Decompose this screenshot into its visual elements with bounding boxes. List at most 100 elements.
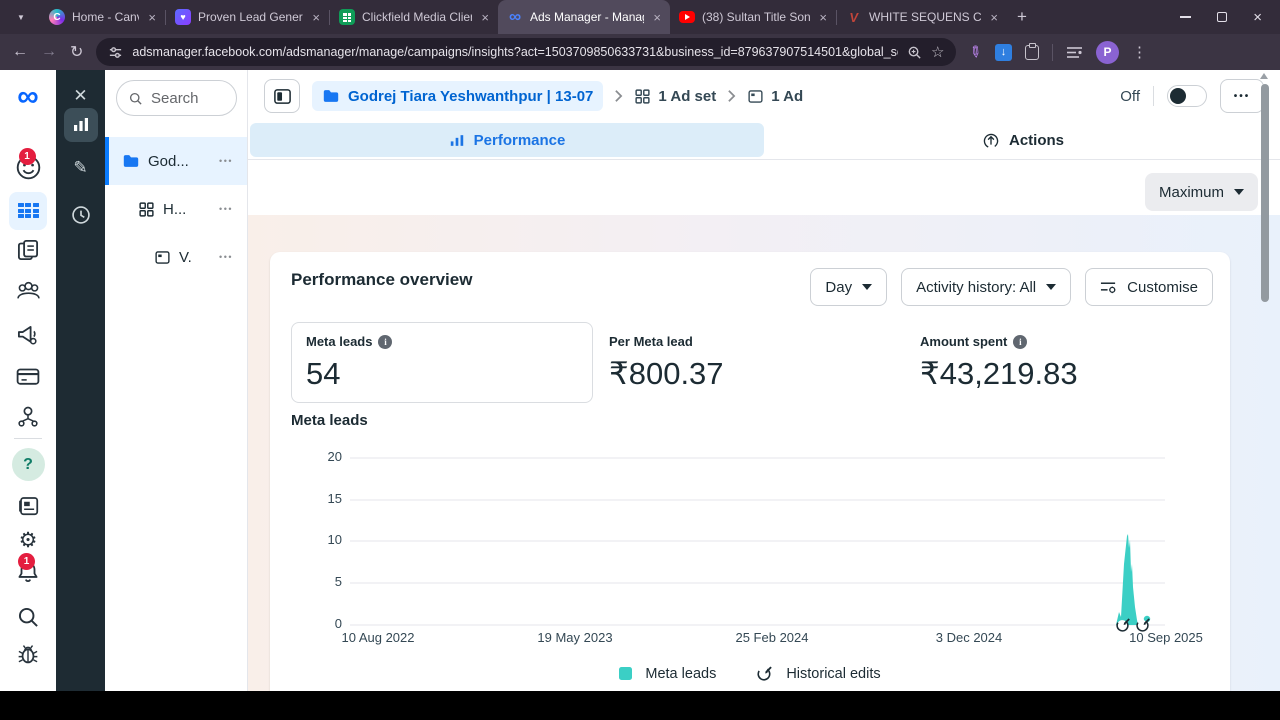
chevron-right-icon [614,89,623,103]
browser-tab-white-sequens[interactable]: V WHITE SEQUENS CUTDAN × [837,0,1007,34]
account-overview-button[interactable]: 1 [0,154,56,186]
bookmark-star-icon[interactable]: ☆ [931,43,944,61]
report-bug-button[interactable] [0,641,56,667]
advertising-button[interactable] [0,321,56,347]
performance-overview-card: Performance overview Day Activity histor… [270,252,1230,691]
actions-arrow-icon [982,132,1000,150]
address-bar[interactable]: adsmanager.facebook.com/adsmanager/manag… [96,38,956,66]
back-icon[interactable]: ← [12,43,28,61]
chevron-right-icon [727,89,736,103]
card-title: Performance overview [291,270,472,290]
browser-tab-clickfield[interactable]: Clickfield Media Clients - G × [330,0,498,34]
billing-button[interactable] [0,363,56,389]
tree-item-campaign[interactable]: God... ••• [105,137,247,185]
tree-search[interactable] [116,80,237,116]
business-settings-button[interactable] [0,404,56,430]
browser-tab-canva[interactable]: C Home - Canva × [40,0,165,34]
tree-item-label: God... [148,153,189,170]
more-options-button[interactable]: ••• [1220,79,1264,113]
tab-actions[interactable]: Actions [766,122,1280,159]
day-dropdown[interactable]: Day [810,268,887,306]
metric-card-meta-leads[interactable]: Meta leads i 54 [291,322,593,403]
browser-tab-proven[interactable]: ♥ Proven Lead Generation St × [166,0,329,34]
browser-menu-icon[interactable]: ⋮ [1132,43,1148,61]
ads-reporting-button[interactable] [0,237,56,263]
tree-item-menu-icon[interactable]: ••• [219,252,233,262]
collapse-panel-button[interactable] [264,79,300,113]
settings-button[interactable]: ⚙ [0,531,56,551]
campaign-name: Godrej Tiara Yeshwanthpur | 13-07 [348,88,593,105]
tab-close-icon[interactable]: × [148,10,156,25]
meta-icon: ∞ [507,9,523,25]
canva-icon: C [49,9,65,25]
help-button[interactable]: ? [0,448,56,481]
tab-close-icon[interactable]: × [653,10,661,25]
tab-title: Home - Canva [72,10,139,24]
updates-button[interactable] [0,493,56,518]
forward-icon[interactable]: → [41,43,57,61]
ads-manager-app: ∞ 1 [0,70,1280,691]
metric-per-meta-lead: Per Meta lead ₹800.37 [609,334,724,392]
reload-icon[interactable]: ↻ [70,42,83,62]
browser-tab-ads-manager[interactable]: ∞ Ads Manager - Manage ad × [498,0,670,34]
org-chart-icon [15,404,41,430]
tab-groups-icon[interactable] [1066,45,1083,60]
minimize-icon[interactable] [1180,16,1191,18]
meta-logo-icon[interactable]: ∞ [17,84,38,110]
tab-close-icon[interactable]: × [990,10,998,25]
audiences-button[interactable] [0,278,56,304]
url-text[interactable]: adsmanager.facebook.com/adsmanager/manag… [132,45,898,59]
breadcrumb-adset[interactable]: 1 Ad set [634,88,716,105]
tree-item-menu-icon[interactable]: ••• [219,156,233,166]
info-icon[interactable]: i [378,335,392,349]
tree-item-ad[interactable]: V. ••• [105,233,247,281]
tab-close-icon[interactable]: × [481,10,489,25]
bottom-black-bar [0,691,1280,720]
tab-close-icon[interactable]: × [312,10,320,25]
campaigns-button[interactable] [0,203,56,218]
new-tab-button[interactable]: + [1017,7,1027,27]
maximum-dropdown[interactable]: Maximum [1145,173,1258,211]
window-close-icon[interactable]: × [1253,10,1262,25]
search-rail-button[interactable] [0,604,56,630]
ad-status-toggle[interactable] [1167,85,1207,107]
tree-item-menu-icon[interactable]: ••• [219,204,233,214]
notifications-button[interactable]: 1 [0,559,56,590]
heart-icon: ♥ [175,9,191,25]
edit-tab-button[interactable]: ✎ [56,158,105,178]
audiences-people-icon [15,278,42,304]
toolbar-divider [1052,44,1053,61]
left-rail: ∞ 1 [0,70,56,691]
scrollbar-up-arrow[interactable] [1260,73,1268,79]
chart-legend: Meta leads Historical edits [270,665,1230,682]
tree-item-label: V. [179,249,192,266]
tab-title: (38) Sultan Title Song | Sal [702,10,810,24]
feather-extension-icon[interactable]: ✎ [965,41,986,63]
info-icon[interactable]: i [1013,335,1027,349]
history-tab-button[interactable] [56,204,105,226]
scrollbar-thumb[interactable] [1261,84,1269,302]
tab-search-button[interactable]: ▼ [10,6,32,28]
charts-tab-active[interactable] [64,108,98,142]
profile-avatar[interactable]: P [1096,41,1119,64]
breadcrumb-campaign[interactable]: Godrej Tiara Yeshwanthpur | 13-07 [312,81,603,111]
ad-set-grid-icon [138,201,155,218]
maximize-icon[interactable] [1217,12,1227,22]
status-off-label: Off [1120,88,1140,105]
search-input[interactable] [151,90,221,107]
download-extension-icon[interactable]: ↓ [995,44,1012,61]
customise-button[interactable]: Customise [1085,268,1213,306]
browser-tab-youtube[interactable]: (38) Sultan Title Song | Sal × [670,0,836,34]
activity-history-dropdown[interactable]: Activity history: All [901,268,1071,306]
news-icon [16,493,41,518]
clipboard-extension-icon[interactable] [1025,45,1039,60]
zoom-page-icon[interactable] [907,45,922,60]
meta-leads-spike [1116,534,1138,625]
close-insights-button[interactable]: ✕ [56,86,105,106]
tab-close-icon[interactable]: × [819,10,827,25]
tree-item-adset[interactable]: H... ••• [105,185,247,233]
y-tick: 5 [298,574,342,589]
site-settings-icon[interactable] [108,45,123,60]
tab-performance[interactable]: Performance [250,123,764,157]
breadcrumb-ad[interactable]: 1 Ad [747,88,803,105]
